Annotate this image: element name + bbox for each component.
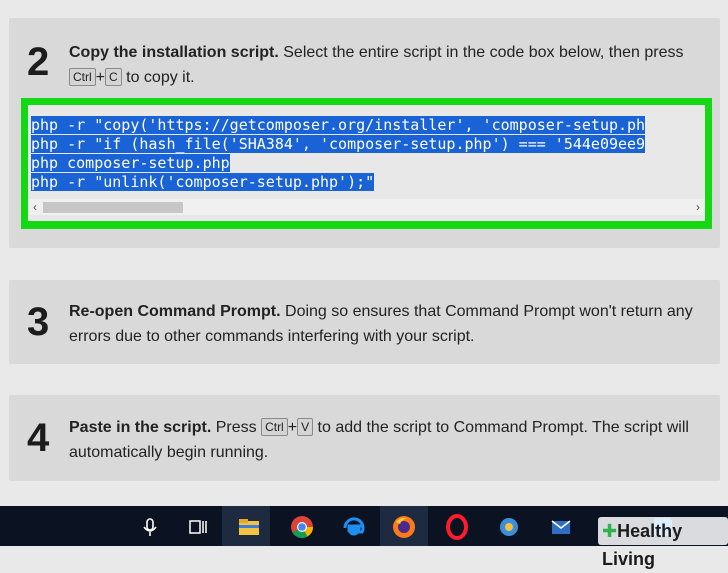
step-3-card: 3 Re-open Command Prompt. Doing so ensur… [9, 280, 720, 364]
c-key: C [105, 68, 122, 86]
plus-icon: ✚ [602, 521, 618, 541]
step-title: Paste in the script. [69, 419, 212, 436]
mail-icon[interactable] [548, 514, 574, 540]
step-text: Re-open Command Prompt. Doing so ensures… [69, 303, 693, 345]
step-2-card: 2 Copy the installation script. Select t… [9, 18, 720, 248]
step-4-card: 4 Paste in the script. Press Ctrl + V to a… [9, 395, 720, 481]
code-line[interactable]: php -r "copy('https://getcomposer.org/in… [31, 116, 646, 135]
file-explorer-icon[interactable] [236, 514, 262, 540]
v-key: V [297, 418, 314, 436]
scroll-right-icon[interactable]: › [691, 199, 705, 215]
chrome-icon[interactable] [289, 514, 315, 540]
settings-icon[interactable] [496, 514, 522, 540]
step-number: 2 [27, 40, 50, 84]
step-number: 4 [27, 416, 50, 460]
step-text: Paste in the script. Press Ctrl + V to add… [69, 418, 689, 461]
code-line[interactable]: php composer-setup.php [31, 154, 230, 173]
scrollbar-thumb[interactable] [43, 202, 183, 213]
code-line[interactable]: php -r "unlink('composer-setup.php');" [31, 173, 375, 192]
step-number: 3 [27, 300, 50, 344]
code-box-highlight: php -r "copy('https://getcomposer.org/in… [21, 98, 712, 229]
edge-icon[interactable] [341, 514, 367, 540]
opera-icon[interactable] [444, 514, 470, 540]
scroll-left-icon[interactable]: ‹ [28, 199, 42, 215]
code-line[interactable]: php -r "if (hash_file('SHA384', 'compose… [31, 135, 646, 154]
step-text: Copy the installation script. Select the… [69, 44, 684, 86]
firefox-icon[interactable] [391, 514, 417, 540]
microphone-icon[interactable] [137, 514, 163, 540]
horizontal-scrollbar[interactable]: ‹ › [28, 199, 705, 215]
task-view-icon[interactable] [185, 514, 211, 540]
step-title: Copy the installation script. [69, 44, 279, 61]
watermark: ✚Healthy Living [598, 517, 728, 569]
ctrl-key: Ctrl [261, 418, 288, 436]
code-box[interactable]: php -r "copy('https://getcomposer.org/in… [28, 105, 705, 221]
ctrl-key: Ctrl [69, 68, 96, 86]
step-title: Re-open Command Prompt. [69, 303, 281, 320]
